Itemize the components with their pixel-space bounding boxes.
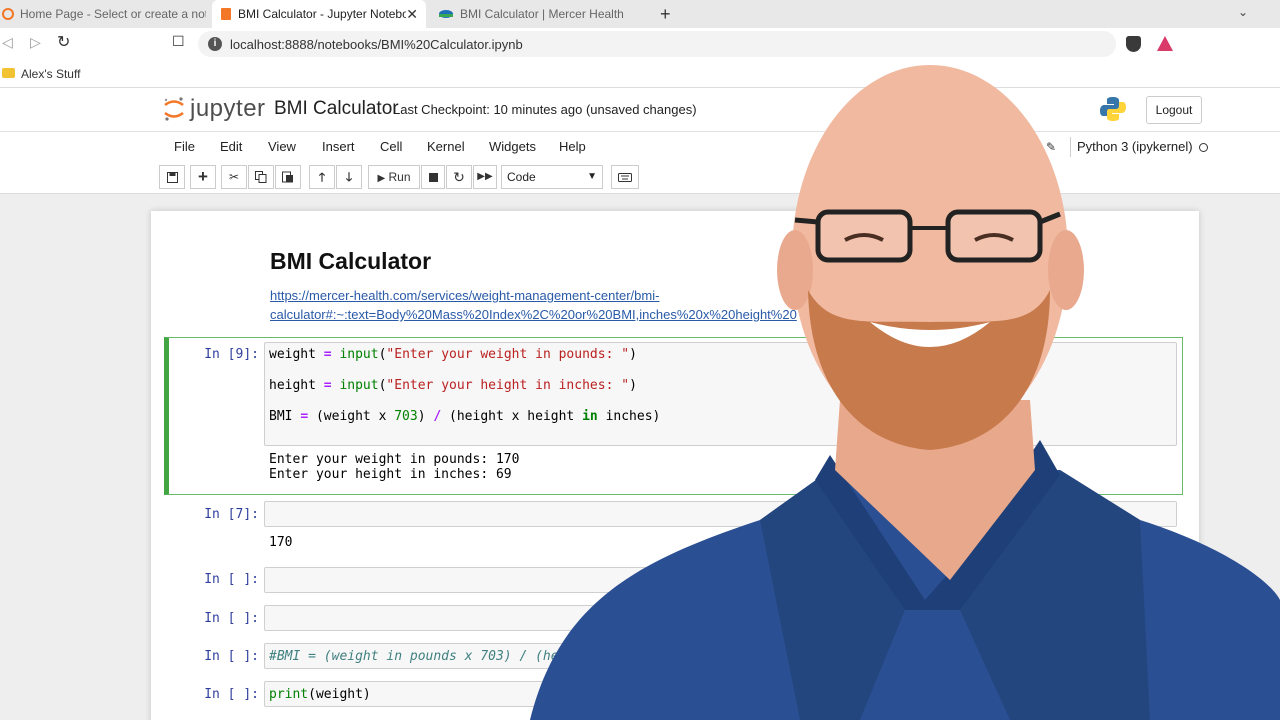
keyboard-icon [618,173,632,182]
jupyter-wordmark[interactable]: jupyter [190,95,266,123]
cell-output: Enter your height in inches: 69 [269,467,512,482]
cell-prompt: In [ ]: [204,649,259,664]
code-line: height = input("Enter your height in inc… [269,378,637,393]
paste-icon [282,171,293,183]
cell-type-select[interactable]: Code ▼ [501,165,603,189]
code-input[interactable] [264,567,1177,593]
kernel-idle-circle-icon [1198,143,1208,153]
url-text[interactable]: localhost:8888/notebooks/BMI%20Calculato… [230,37,523,52]
save-button[interactable] [159,165,185,189]
menu-kernel[interactable]: Kernel [427,139,465,154]
menu-file[interactable]: File [174,139,195,154]
jupyter-header: jupyter BMI Calculator Last Checkpoint: … [0,88,1280,132]
tab-label: BMI Calculator | Mercer Health [460,7,624,21]
code-comment: #BMI = (weight in pounds x 703) / (heigh [269,649,583,664]
cell-prompt: In [ ]: [204,687,259,702]
stop-icon [428,173,438,182]
cell-prompt: In [7]: [204,507,259,522]
tab-mercer-health[interactable]: BMI Calculator | Mercer Health [430,0,640,28]
notebook-container: BMI Calculator https://mercer-health.com… [151,211,1199,720]
code-line: BMI = (weight x 703) / (height x height … [269,409,661,424]
copy-button[interactable] [248,165,274,189]
address-bar: ◁ ▷ ↻ ☐ i localhost:8888/notebooks/BMI%2… [0,28,1280,60]
code-input[interactable] [264,501,1177,527]
code-line: print(weight) [269,687,371,702]
brave-rewards-icon[interactable] [1157,36,1173,51]
cell-output: Enter your weight in pounds: 170 [269,452,520,467]
restart-icon: ↻ [453,169,465,185]
notebook-title[interactable]: BMI Calculator [274,98,399,120]
python-logo-icon [1100,97,1126,121]
folder-icon [2,68,15,78]
code-input[interactable] [264,681,1177,707]
logout-button[interactable]: Logout [1146,96,1202,124]
tab-list-chevron-icon[interactable]: ⌄ [1238,5,1248,19]
menu-widgets[interactable]: Widgets [489,139,536,154]
menu-bar: File Edit View Insert Cell Kernel Widget… [0,132,1280,162]
bookmark-folder-alexs-stuff[interactable]: Alex's Stuff [21,67,80,81]
move-up-button[interactable]: 🡑 [309,165,335,189]
tab-label: BMI Calculator - Jupyter Notebook [238,7,407,21]
markdown-heading: BMI Calculator [270,248,432,274]
arrow-down-icon: 🡓 [345,170,353,184]
cell-prompt: In [ ]: [204,611,259,626]
bookmark-icon[interactable]: ☐ [172,33,185,50]
play-icon: ▶ [377,173,386,184]
paste-button[interactable] [275,165,301,189]
notebook-favicon-icon [221,8,231,20]
move-down-button[interactable]: 🡓 [336,165,362,189]
new-tab-icon[interactable]: + [660,4,671,25]
menu-insert[interactable]: Insert [322,139,355,154]
add-cell-icon: + [198,167,208,186]
notebook-toolbar: + ✂ 🡑 🡓 ▶ Run ↻ ▶▶ Code ▼ [0,162,1280,194]
close-tab-icon[interactable]: ✕ [406,6,418,23]
kernel-name: Python 3 (ipykernel) [1077,139,1193,154]
reload-icon[interactable]: ↻ [57,32,70,52]
reference-link[interactable]: https://mercer-health.com/services/weigh… [270,286,800,324]
url-field[interactable]: i localhost:8888/notebooks/BMI%20Calcula… [198,31,1116,57]
code-line: weight = input("Enter your weight in pou… [269,347,637,362]
cut-button[interactable]: ✂ [221,165,247,189]
tab-bmi-notebook[interactable]: BMI Calculator - Jupyter Notebook ✕ [212,0,426,28]
bookmarks-bar: Alex's Stuff [0,60,1280,88]
restart-button[interactable]: ↻ [446,165,472,189]
run-button[interactable]: ▶ Run [368,165,420,189]
kernel-indicator[interactable]: Python 3 (ipykernel) [1070,137,1208,157]
menu-cell[interactable]: Cell [380,139,402,154]
code-input[interactable] [264,605,1177,631]
back-icon[interactable]: ◁ [2,34,13,51]
site-info-icon[interactable]: i [208,37,222,51]
jupyter-logo-icon[interactable] [163,96,185,122]
cut-icon: ✂ [228,170,240,184]
edit-mode-pencil-icon: ✎ [1046,140,1057,154]
menu-view[interactable]: View [268,139,296,154]
checkpoint-status: Last Checkpoint: 10 minutes ago (unsaved… [393,102,697,117]
run-all-button[interactable]: ▶▶ [473,165,497,189]
save-icon [166,172,178,183]
chevron-down-icon: ▼ [587,171,597,182]
stop-button[interactable] [421,165,445,189]
arrow-up-icon: 🡑 [318,170,326,184]
menu-edit[interactable]: Edit [220,139,242,154]
add-cell-button[interactable]: + [190,165,216,189]
mercer-favicon-icon [439,10,453,18]
brave-shield-icon[interactable] [1126,36,1141,52]
run-label: Run [388,170,411,184]
browser-tab-bar: Home Page - Select or create a notebook … [0,0,1280,28]
forward-icon[interactable]: ▷ [30,34,41,51]
tab-label: Home Page - Select or create a notebook [20,7,206,21]
tab-home-page[interactable]: Home Page - Select or create a notebook [0,0,206,28]
menu-help[interactable]: Help [559,139,586,154]
command-palette-button[interactable] [611,165,639,189]
cell-prompt: In [ ]: [204,572,259,587]
jupyter-favicon-icon [2,8,14,20]
cell-prompt: In [9]: [204,347,259,362]
fast-forward-icon: ▶▶ [477,171,493,182]
cell-type-value: Code [507,170,536,184]
cell-output: 170 [269,535,293,550]
copy-icon [255,171,267,183]
